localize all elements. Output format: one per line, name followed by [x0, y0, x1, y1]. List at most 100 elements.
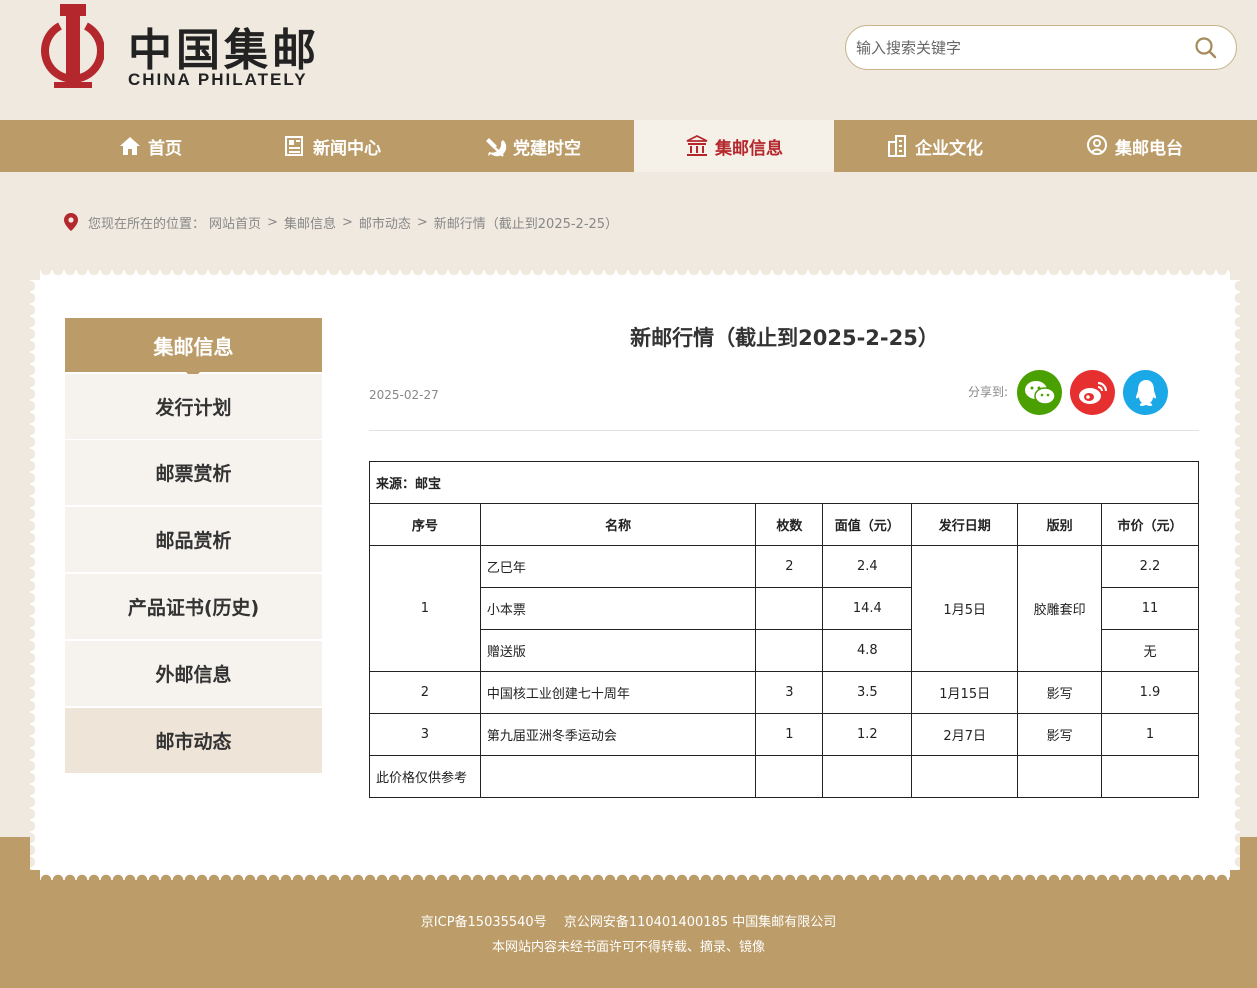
table-cell	[755, 587, 824, 630]
article-title: 新邮行情（截止到2025-2-25）	[630, 326, 939, 350]
share-label: 分享到:	[968, 385, 1009, 399]
table-cell: 1	[369, 545, 481, 672]
footer-copyright: 本网站内容未经书面许可不得转载、摘录、镜像	[491, 940, 765, 955]
home-icon	[120, 137, 140, 155]
table-cell: 11	[1101, 587, 1199, 630]
article-divider	[369, 430, 1199, 431]
table-cell: 胶雕套印	[1017, 545, 1103, 672]
table-cell: 3	[369, 713, 481, 756]
table-note: 此价格仅供参考	[369, 755, 481, 798]
breadcrumb-separator: >	[267, 214, 278, 230]
site-header: 中国集邮 CHINA PHILATELY	[0, 0, 1257, 120]
table-cell: 1月5日	[911, 545, 1019, 672]
stamp-perforation	[40, 868, 1230, 880]
nav-item-home[interactable]: 首页	[50, 120, 250, 172]
nav-label: 集邮信息	[715, 138, 783, 159]
nav-item-radio[interactable]: 集邮电台	[1034, 120, 1234, 172]
share-weibo-button[interactable]	[1070, 370, 1115, 415]
nav-label: 集邮电台	[1115, 138, 1183, 159]
breadcrumb-separator: >	[416, 214, 428, 230]
sidebar-item-foreign-stamps[interactable]: 外邮信息	[65, 641, 322, 707]
nav-label: 企业文化	[915, 138, 983, 159]
table-cell: 1	[1101, 713, 1199, 756]
table-row: 2 中国核工业创建七十周年 3 3.5 1月15日 影写 1.9	[369, 671, 1199, 714]
wechat-icon	[1024, 380, 1056, 405]
table-row: 3 第九届亚洲冬季运动会 1 1.2 2月7日 影写 1	[369, 713, 1199, 756]
sidebar-item-issue-plan[interactable]: 发行计划	[65, 374, 322, 440]
table-cell: 1	[755, 713, 824, 756]
news-icon	[285, 136, 303, 156]
logo-text-cn: 中国集邮	[128, 25, 320, 76]
market-price-table: 来源：邮宝 序号 名称 枚数 面值（元） 发行日期 版别 市价（元） 1 乙巳年…	[369, 461, 1199, 798]
table-cell: 1月15日	[911, 671, 1019, 714]
share-qq-button[interactable]	[1123, 370, 1168, 415]
nav-label: 首页	[148, 138, 182, 159]
table-row: 此价格仅供参考	[369, 755, 1199, 798]
nav-item-culture[interactable]: 企业文化	[834, 120, 1034, 172]
article-date: 2025-02-27	[369, 388, 439, 402]
breadcrumb-separator: >	[341, 214, 353, 230]
breadcrumb: 您现在所在的位置： 网站首页 > 集邮信息 > 邮市动态 > 新邮行情（截止到2…	[64, 212, 622, 232]
sidebar-title: 集邮信息	[65, 318, 322, 379]
table-header: 序号	[369, 503, 481, 546]
breadcrumb-market[interactable]: 邮市动态	[359, 213, 411, 232]
table-header: 市价（元）	[1101, 503, 1199, 546]
table-cell: 中国核工业创建七十周年	[479, 671, 757, 714]
table-cell: 1.2	[822, 713, 913, 756]
table-source: 来源：邮宝	[369, 461, 1199, 504]
logo-text-en: CHINA PHILATELY	[128, 70, 308, 89]
table-header: 枚数	[755, 503, 824, 546]
table-cell	[1101, 755, 1199, 798]
table-cell: 2.4	[822, 545, 913, 588]
search-icon[interactable]	[1194, 36, 1218, 60]
museum-icon	[686, 134, 708, 156]
table-cell: 4.8	[822, 629, 913, 672]
table-header: 版别	[1017, 503, 1103, 546]
nav-item-philately-info[interactable]: 集邮信息	[634, 120, 834, 172]
table-cell	[755, 629, 824, 672]
nav-label: 新闻中心	[313, 138, 381, 159]
table-row: 1 乙巳年 2 2.4 1月5日 胶雕套印 2.2	[369, 545, 1199, 672]
table-cell	[822, 755, 913, 798]
breadcrumb-current: 新邮行情（截止到2025-2-25）	[433, 216, 619, 232]
party-icon	[486, 138, 507, 157]
table-cell	[911, 755, 1019, 798]
table-cell: 小本票	[479, 587, 757, 630]
breadcrumb-home[interactable]: 网站首页	[209, 213, 261, 232]
site-logo[interactable]: 中国集邮 CHINA PHILATELY	[40, 4, 340, 94]
table-header-row: 序号 名称 枚数 面值（元） 发行日期 版别 市价（元）	[369, 503, 1199, 546]
table-cell: 赠送版	[479, 629, 757, 672]
table-cell: 第九届亚洲冬季运动会	[479, 713, 757, 756]
table-cell: 2	[755, 545, 824, 588]
table-cell: 14.4	[822, 587, 913, 630]
breadcrumb-philately-info[interactable]: 集邮信息	[284, 213, 336, 232]
logo-mark-icon	[41, 4, 104, 88]
table-cell	[1017, 755, 1103, 798]
table-cell: 乙巳年	[479, 545, 757, 588]
building-icon	[888, 135, 906, 157]
qq-icon	[1135, 379, 1156, 406]
sidebar-item-certificates[interactable]: 产品证书(历史)	[65, 574, 322, 640]
sidebar-item-market-news[interactable]: 邮市动态	[65, 708, 322, 774]
sidebar-item-stamp-appreciation[interactable]: 邮票赏析	[65, 440, 322, 506]
nav-label: 党建时空	[513, 138, 581, 159]
table-cell	[479, 755, 757, 798]
table-header: 名称	[479, 503, 757, 546]
table-header: 发行日期	[911, 503, 1019, 546]
table-cell: 3.5	[822, 671, 913, 714]
nav-item-party[interactable]: 党建时空	[432, 120, 632, 172]
sidebar-item-product-appreciation[interactable]: 邮品赏析	[65, 507, 322, 573]
table-cell: 无	[1101, 629, 1199, 672]
breadcrumb-prefix: 您现在所在的位置：	[88, 216, 206, 232]
main-nav: 首页 新闻中心 党建时空 集邮信息 企业文化 集邮电台	[0, 120, 1257, 172]
nav-item-news[interactable]: 新闻中心	[232, 120, 432, 172]
weibo-icon	[1078, 381, 1107, 404]
table-cell: 影写	[1017, 671, 1103, 714]
table-header: 面值（元）	[822, 503, 913, 546]
table-cell: 2月7日	[911, 713, 1019, 756]
table-cell: 3	[755, 671, 824, 714]
share-wechat-button[interactable]	[1017, 370, 1062, 415]
table-cell: 2.2	[1101, 545, 1199, 588]
search-input[interactable]	[856, 34, 1176, 61]
table-cell: 2	[369, 671, 481, 714]
